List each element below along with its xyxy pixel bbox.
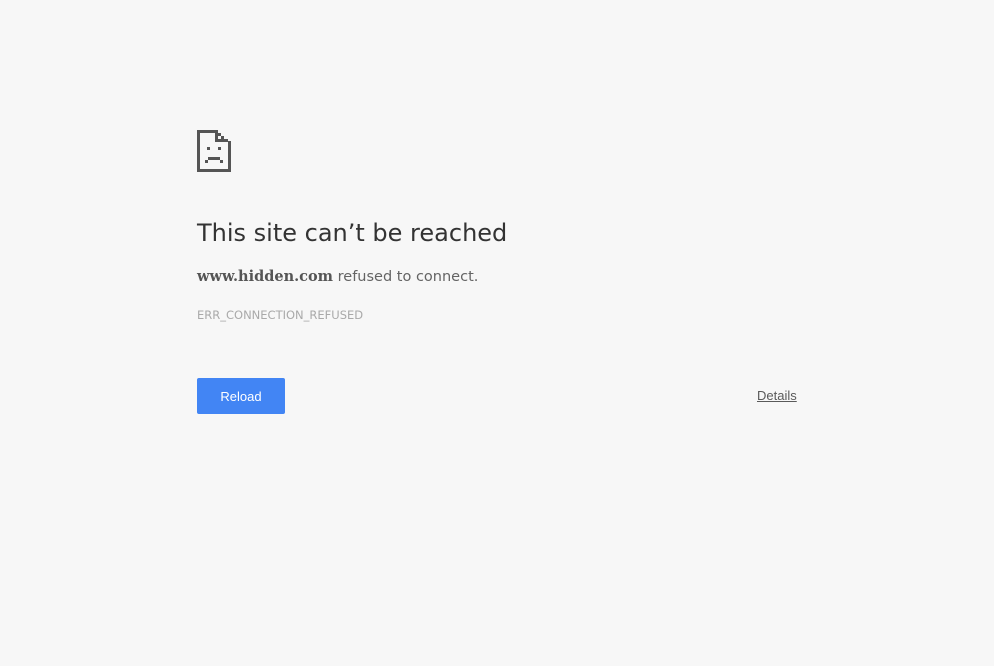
error-title: This site can’t be reached (197, 219, 508, 247)
details-link[interactable]: Details (757, 387, 797, 405)
host-name: www.hidden.com (197, 268, 334, 285)
summary-text: refused to connect. (333, 269, 479, 285)
error-page: This site can’t be reached www.hidden.co… (0, 0, 994, 666)
reload-button[interactable]: Reload (197, 378, 285, 414)
error-code: ERR_CONNECTION_REFUSED (197, 308, 364, 322)
error-summary: www.hidden.com refused to connect. (197, 266, 478, 288)
sad-page-icon (197, 130, 231, 172)
